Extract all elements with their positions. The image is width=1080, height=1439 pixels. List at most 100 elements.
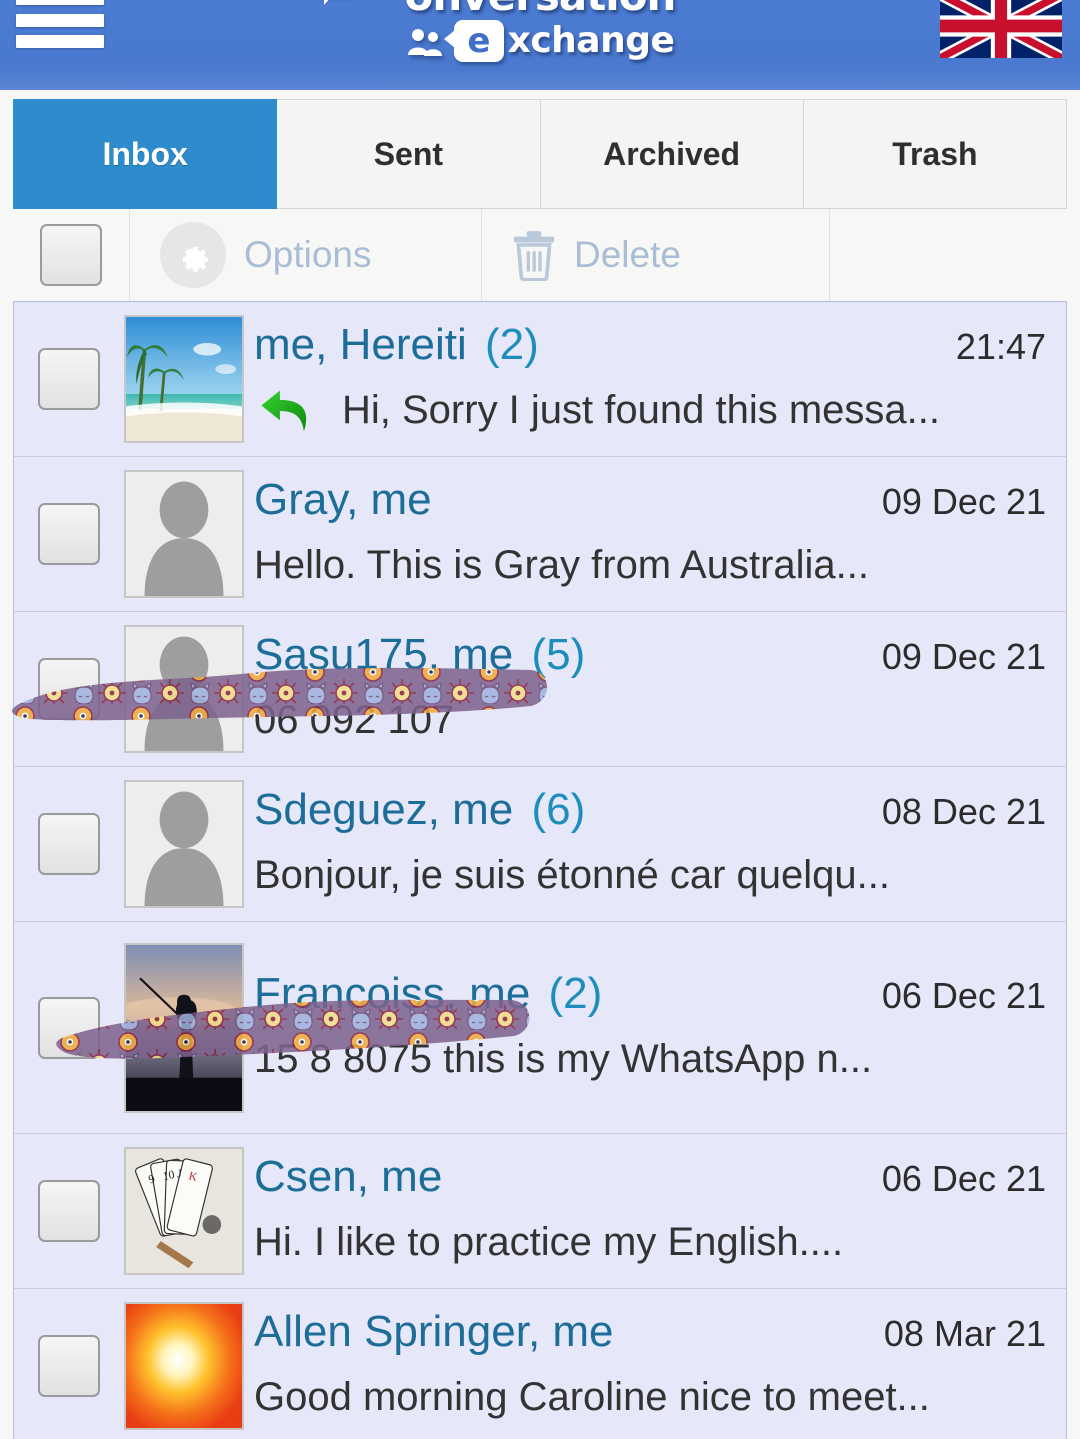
row-checkbox[interactable] [38,348,100,410]
row-top: Csen, me 06 Dec 21 [254,1149,1046,1205]
row-top: Sasu175, me (5) 09 Dec 21 [254,627,1046,683]
preview: 15 8 8075 this is my WhatsApp n... [254,1028,1046,1090]
options-label: Options [244,234,372,275]
avatar: 9 10 J K [124,1147,244,1275]
row-top: me, Hereiti (2) 21:47 [254,317,1046,373]
tab-inbox-label: Inbox [102,135,188,172]
preview: Hi. I like to practice my English.... [254,1211,1046,1273]
message-count: (6) [531,785,586,834]
row-checkbox[interactable] [38,1335,100,1397]
row-top: Allen Springer, me 08 Mar 21 [254,1304,1046,1360]
row-avatar-cell [124,1295,254,1437]
timestamp: 08 Mar 21 [883,1313,1046,1354]
brand-line2-text: xchange [507,20,675,61]
message-count: (2) [548,968,603,1018]
row-avatar-cell [124,928,254,1127]
brand-line1-text: onversation [405,0,677,20]
uk-flag-icon[interactable] [940,0,1062,58]
preview: Bonjour, je suis étonné car quelqu... [254,844,1046,906]
message-row[interactable]: Sasu175, me (5) 09 Dec 21 06 092 107 [11,612,1066,767]
select-all-checkbox[interactable] [40,224,102,286]
preview-text: Good morning Caroline nice to meet... [254,1375,930,1419]
row-checkbox[interactable] [38,503,100,565]
brand-line2: e xchange [0,20,1080,62]
tab-sent-label: Sent [373,135,444,172]
row-checkbox[interactable] [38,658,100,720]
preview-text: 15 8 8075 this is my WhatsApp n... [254,1036,873,1081]
row-checkbox-cell [14,308,124,450]
gear-icon [160,222,226,288]
tab-sent[interactable]: Sent [277,99,541,209]
row-checkbox-cell [14,618,124,760]
sunset-avatar-image [126,1304,242,1428]
sender-text: Sasu175, me [254,630,514,679]
timestamp: 08 Dec 21 [881,791,1046,832]
row-avatar-cell: 9 10 J K [124,1140,254,1282]
preview-text: Hi, Sorry I just found this messa... [342,388,940,432]
tab-bar: Inbox Sent Archived Trash [0,90,1080,209]
message-count: (5) [531,630,586,679]
tab-archived-label: Archived [603,135,741,172]
timestamp: 09 Dec 21 [881,481,1046,522]
row-body: Sdeguez, me (6) 08 Dec 21 Bonjour, je su… [254,773,1066,915]
reply-arrow-icon [261,390,307,432]
row-checkbox-cell [14,773,124,915]
sender-name: Allen Springer, me [254,1304,620,1360]
avatar [124,780,244,908]
preview: Hello. This is Gray from Australia... [254,534,1046,596]
message-row[interactable]: Allen Springer, me 08 Mar 21 Good mornin… [14,1289,1066,1439]
brand-logo[interactable]: onversation e xchange [0,0,1080,66]
message-row[interactable]: me, Hereiti (2) 21:47 Hi, Sorry I just f… [14,302,1066,457]
message-row[interactable]: Gray, me 09 Dec 21 Hello. This is Gray f… [14,457,1066,612]
sender-text: Sdeguez, me [254,785,514,834]
row-checkbox-cell [14,928,124,1127]
select-all-cell [13,209,130,301]
row-top: Gray, me 09 Dec 21 [254,472,1046,528]
message-row[interactable]: Sdeguez, me (6) 08 Dec 21 Bonjour, je su… [14,767,1066,922]
sender-name: Francoiss, me (2) [254,966,602,1022]
sender-text: Francoiss, me [254,968,531,1018]
sender-name: me, Hereiti (2) [254,317,539,373]
row-body: Francoiss, me (2) 06 Dec 21 15 8 8075 th… [254,928,1066,1127]
playing-cards-avatar-image: 9 10 J K [126,1149,242,1273]
row-checkbox-cell [14,1295,124,1437]
sender-text: me, Hereiti [254,320,467,369]
row-body: me, Hereiti (2) 21:47 Hi, Sorry I just f… [254,308,1066,450]
message-row[interactable]: Francoiss, me (2) 06 Dec 21 15 8 8075 th… [14,922,1066,1134]
tab-archived[interactable]: Archived [540,99,804,209]
preview-text: Hello. This is Gray from Australia... [254,543,869,587]
timestamp: 09 Dec 21 [881,636,1046,677]
preview: Good morning Caroline nice to meet... [254,1366,1046,1428]
row-top: Francoiss, me (2) 06 Dec 21 [254,966,1046,1022]
options-button[interactable]: Options [130,209,482,301]
timestamp: 06 Dec 21 [881,974,1046,1016]
tab-inbox[interactable]: Inbox [13,99,278,209]
delete-button[interactable]: Delete [482,209,830,301]
message-count: (2) [484,320,539,369]
svg-text:10: 10 [162,1168,176,1183]
preview-text: Bonjour, je suis étonné car quelqu... [254,853,890,897]
row-body: Csen, me 06 Dec 21 Hi. I like to practic… [254,1140,1066,1282]
preview-text: 06 092 107 [254,698,455,742]
e-badge-icon: e [443,20,504,62]
row-checkbox[interactable] [38,1180,100,1242]
row-avatar-cell [124,773,254,915]
timestamp: 21:47 [955,326,1046,367]
row-body: Allen Springer, me 08 Mar 21 Good mornin… [254,1295,1066,1437]
avatar [124,315,244,443]
delete-label: Delete [574,234,681,275]
preview-text: Hi. I like to practice my English.... [254,1220,844,1264]
sender-text: Csen, me [254,1152,443,1201]
row-avatar-cell [124,463,254,605]
avatar [124,625,244,753]
message-row[interactable]: 9 10 J K Csen, me 06 Dec 21 Hi. I like t… [14,1134,1066,1289]
default-person-avatar-icon [126,782,242,906]
people-icon [407,29,442,56]
row-avatar-cell [124,618,254,760]
sender-text: Gray, me [254,475,432,524]
row-checkbox[interactable] [38,813,100,875]
brand-line1: onversation [0,0,1080,18]
tab-trash[interactable]: Trash [803,99,1067,209]
default-person-avatar-icon [126,472,242,596]
row-checkbox[interactable] [38,996,100,1059]
